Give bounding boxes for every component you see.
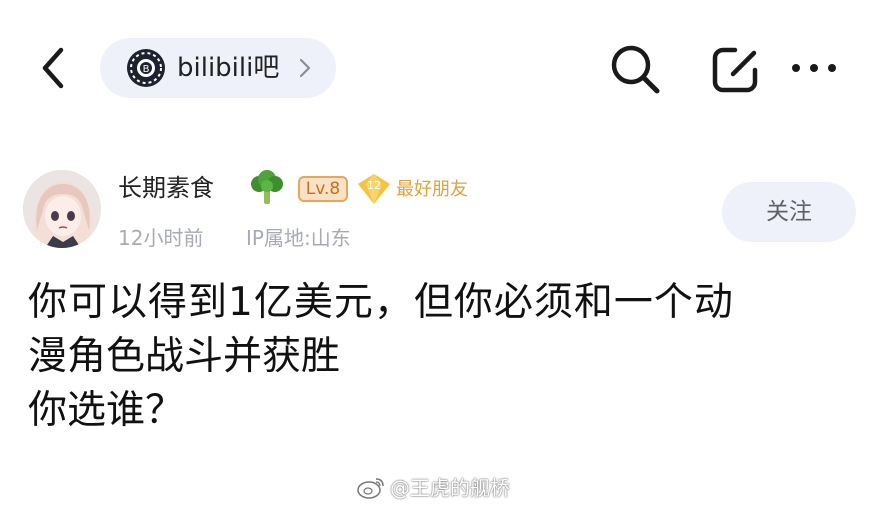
watermark-text: @王虎的舰桥 <box>390 476 510 500</box>
forum-name: bilibili吧 <box>177 53 280 83</box>
post-line: 漫角色战斗并获胜 <box>28 334 341 379</box>
search-button[interactable] <box>606 40 664 98</box>
post-content: 你可以得到1亿美元，但你必须和一个动 漫角色战斗并获胜 你选谁？ <box>28 276 868 438</box>
search-icon <box>611 45 660 94</box>
anime-avatar-image <box>23 170 101 248</box>
post-line: 你可以得到1亿美元，但你必须和一个动 <box>28 280 734 325</box>
avatar[interactable] <box>23 170 101 248</box>
weibo-logo-icon <box>356 476 386 500</box>
svg-text:B: B <box>143 64 150 75</box>
post-page: B bilibili吧 长期素食 Lv.8 12 最好朋友 12小时前 IP属地… <box>0 0 884 508</box>
ip-location: IP属地:山东 <box>246 226 351 250</box>
back-button[interactable] <box>34 44 74 92</box>
fan-label: 最好朋友 <box>396 179 468 200</box>
broccoli-icon <box>248 170 286 206</box>
level-badge: Lv.8 <box>298 176 348 202</box>
author-name[interactable]: 长期素食 <box>118 172 214 204</box>
post-time: 12小时前 <box>118 226 204 250</box>
more-button[interactable] <box>788 50 840 86</box>
edit-button[interactable] <box>707 42 763 98</box>
post-line: 你选谁？ <box>28 388 185 433</box>
bilibili-bar-logo-icon: B <box>125 47 167 89</box>
fan-level-badge: 12 <box>356 172 392 206</box>
follow-button[interactable]: 关注 <box>722 182 856 242</box>
back-arrow-icon <box>42 47 64 89</box>
more-icon <box>792 64 836 72</box>
forum-link[interactable]: B bilibili吧 <box>100 38 336 98</box>
chevron-right-icon <box>296 56 314 80</box>
fan-level-number: 12 <box>367 179 381 192</box>
edit-icon <box>712 47 758 93</box>
